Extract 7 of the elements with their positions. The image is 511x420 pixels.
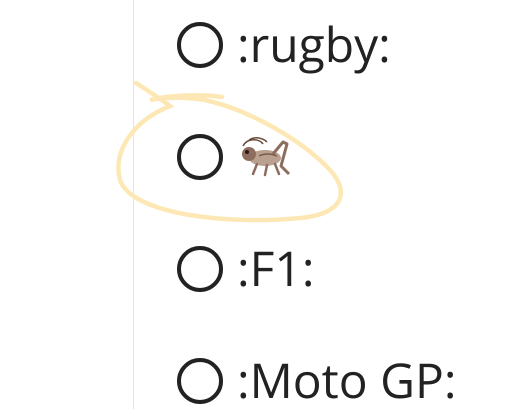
option-label: :F1: bbox=[237, 239, 314, 299]
option-label: :rugby: bbox=[237, 15, 391, 75]
option-label: :Moto GP: bbox=[237, 351, 456, 411]
radio-button[interactable] bbox=[177, 134, 223, 180]
radio-button[interactable] bbox=[177, 246, 223, 292]
radio-button[interactable] bbox=[177, 22, 223, 68]
radio-button[interactable] bbox=[177, 358, 223, 404]
